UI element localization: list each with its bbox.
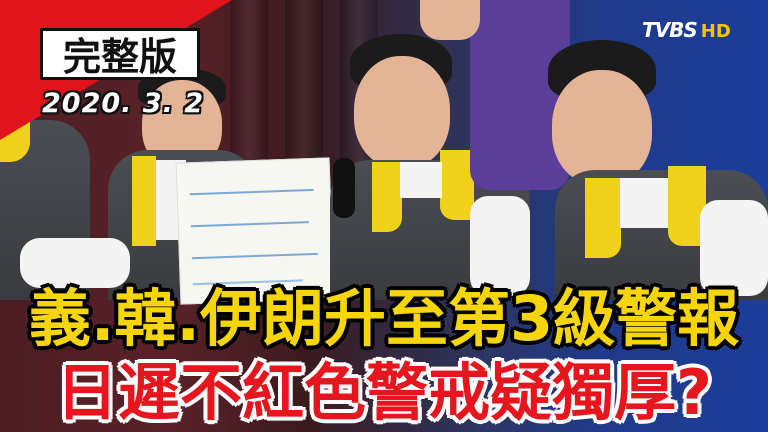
channel-logo: TVBS HD [642, 18, 731, 42]
headline-line-1: 義.韓.伊朗升至第3級警報 [28, 282, 740, 355]
video-frame: 完整版 2020. 3. 2 TVBS HD 義.韓.伊朗升至第3級警報 日遲不紅… [0, 0, 768, 432]
channel-logo-text: TVBS [642, 18, 698, 42]
badge-date: 2020. 3. 2 [42, 88, 205, 119]
episode-badge: 完整版 2020. 3. 2 [0, 0, 232, 140]
headline-line-2: 日遲不紅色警戒疑獨厚? [56, 356, 712, 429]
hd-label: HD [700, 21, 731, 42]
microphone [333, 158, 355, 218]
badge-title: 完整版 [40, 28, 200, 80]
